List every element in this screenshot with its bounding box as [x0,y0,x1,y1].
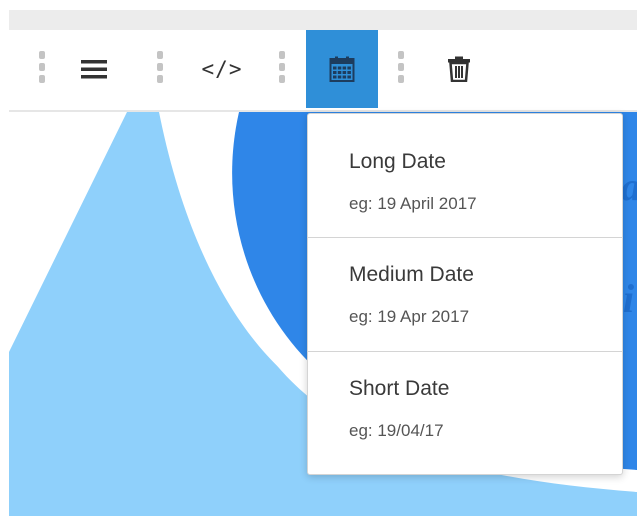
calendar-icon [329,56,355,82]
option-example: eg: 19/04/17 [349,421,444,440]
option-medium-date[interactable]: Medium Date eg: 19 Apr 2017 [308,238,622,351]
partial-text: a [621,164,637,209]
option-title: Medium Date [349,263,474,286]
drag-handle[interactable] [279,51,285,83]
option-example: eg: 19 April 2017 [349,194,477,213]
date-format-dropdown: Long Date eg: 19 April 2017 Medium Date … [307,113,623,475]
align-menu-button[interactable] [69,30,119,108]
partial-text: i [623,276,634,321]
drag-handle[interactable] [157,51,163,83]
drag-handle[interactable] [39,51,45,83]
delete-button[interactable] [434,30,484,108]
code-button[interactable]: </> [192,30,252,108]
code-icon: </> [201,57,243,81]
toolbar: </> [9,30,637,112]
date-format-button[interactable] [306,30,378,108]
option-example: eg: 19 Apr 2017 [349,307,470,326]
option-long-date[interactable]: Long Date eg: 19 April 2017 [308,114,622,237]
drag-handle[interactable] [398,51,404,83]
hamburger-icon [81,60,107,79]
option-title: Short Date [349,377,450,400]
top-strip-bar [9,10,637,30]
option-short-date[interactable]: Short Date eg: 19/04/17 [308,352,622,464]
top-strip [0,0,637,30]
trash-icon [448,56,470,82]
option-title: Long Date [349,150,446,173]
